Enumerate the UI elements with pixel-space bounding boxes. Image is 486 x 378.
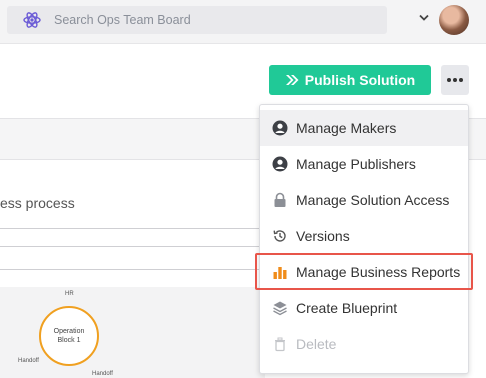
top-bar: Search Ops Team Board — [0, 0, 486, 44]
history-icon — [272, 228, 288, 244]
avatar[interactable] — [439, 5, 469, 35]
node-top-label: HR — [65, 291, 74, 297]
node-left-label: Handoff — [18, 358, 39, 364]
menu-item-label: Manage Publishers — [296, 156, 416, 172]
chevron-down-icon[interactable] — [419, 14, 429, 22]
menu-item-label: Manage Solution Access — [296, 192, 450, 208]
menu-item-versions[interactable]: Versions — [260, 218, 468, 254]
menu-item-create-blueprint[interactable]: Create Blueprint — [260, 290, 468, 326]
highlight-outline — [255, 253, 473, 290]
double-chevron-right-icon — [285, 75, 299, 85]
divider — [0, 269, 265, 270]
divider — [0, 246, 265, 247]
more-options-button[interactable] — [441, 65, 469, 95]
layers-icon — [272, 300, 288, 316]
trash-icon — [272, 336, 288, 352]
menu-item-delete[interactable]: Delete — [260, 326, 468, 362]
node-right-label: Handoff — [92, 371, 113, 377]
ellipsis-icon — [446, 78, 451, 82]
menu-item-manage-solution-access[interactable]: Manage Solution Access — [260, 182, 468, 218]
menu-item-manage-makers[interactable]: Manage Makers — [260, 110, 468, 146]
publish-solution-button[interactable]: Publish Solution — [269, 65, 431, 95]
divider — [0, 228, 265, 229]
options-menu: Manage Makers Manage Publishers Manage S… — [259, 104, 469, 374]
user-circle-icon — [272, 120, 288, 136]
user-circle-icon — [272, 156, 288, 172]
menu-item-label: Create Blueprint — [296, 300, 398, 316]
operation-block-node[interactable]: Operation Block 1 — [39, 306, 99, 366]
menu-item-manage-publishers[interactable]: Manage Publishers — [260, 146, 468, 182]
search-placeholder: Search Ops Team Board — [54, 13, 191, 27]
menu-item-label: Versions — [296, 228, 350, 244]
menu-item-label: Manage Makers — [296, 120, 397, 136]
publish-label: Publish Solution — [304, 72, 416, 88]
lock-icon — [272, 192, 288, 208]
process-description: ess process — [0, 195, 75, 211]
menu-item-label: Delete — [296, 336, 337, 352]
atom-logo-icon — [23, 12, 41, 28]
search-box[interactable]: Search Ops Team Board — [7, 6, 387, 34]
node-title: Operation Block 1 — [53, 328, 85, 344]
